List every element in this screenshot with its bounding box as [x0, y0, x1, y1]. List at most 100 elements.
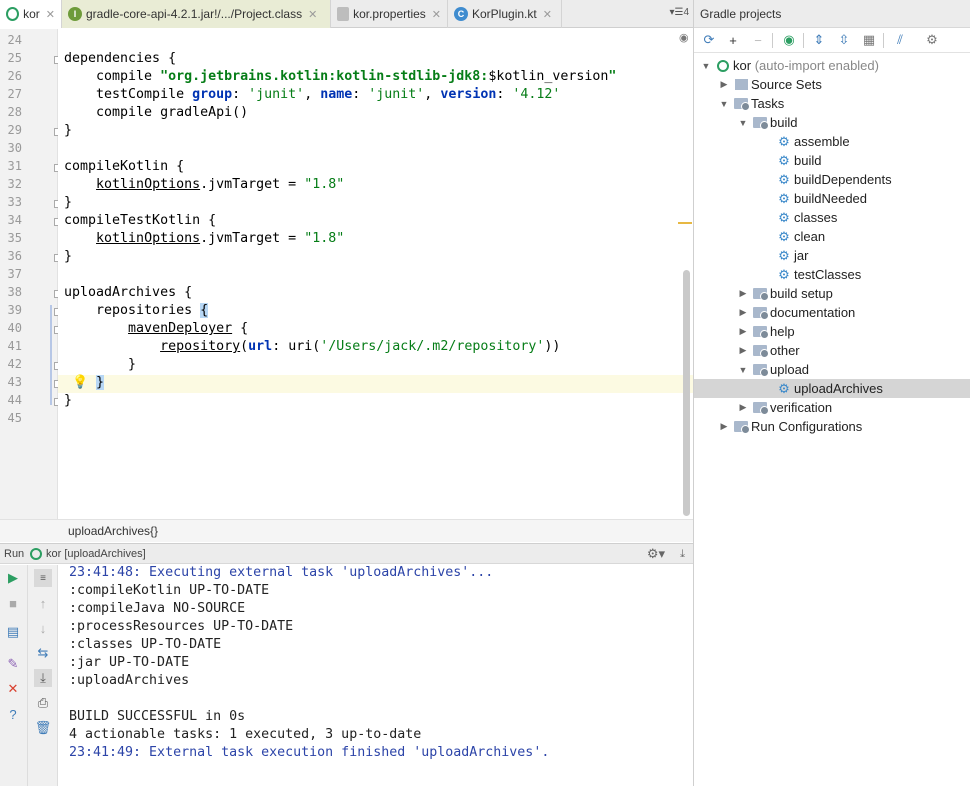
soft-wrap-icon[interactable]: ≡: [34, 569, 52, 587]
chevron-right-icon[interactable]: ▶: [737, 307, 749, 318]
pin-icon[interactable]: ✎: [4, 655, 22, 673]
folder-icon: [753, 401, 769, 415]
line-number: 24: [7, 33, 22, 47]
chevron-right-icon[interactable]: ▶: [737, 345, 749, 356]
arrow-down-icon[interactable]: ↓: [34, 619, 52, 637]
hide-panel-icon[interactable]: ⤓: [680, 544, 685, 564]
tree-task-upload-archives[interactable]: ⚙ uploadArchives: [777, 379, 883, 398]
console-line: :compileKotlin UP-TO-DATE: [69, 583, 270, 598]
code-line: }: [64, 195, 73, 210]
warning-stripe[interactable]: [678, 222, 692, 224]
tree-node-help[interactable]: ▶ help: [737, 322, 795, 341]
gear-icon[interactable]: ⚙▾: [647, 544, 665, 564]
chevron-down-icon[interactable]: ▼: [718, 99, 730, 109]
chevron-down-icon[interactable]: ▼: [700, 61, 712, 71]
eye-icon[interactable]: ◉: [679, 31, 689, 44]
tree-node-build[interactable]: ▼ build: [737, 113, 797, 132]
close-icon[interactable]: ✕: [46, 8, 55, 21]
line-number: 32: [7, 177, 22, 191]
collapse-all-icon[interactable]: ⇳: [835, 31, 853, 49]
tab-project-class[interactable]: I gradle-core-api-4.2.1.jar!/.../Project…: [62, 0, 331, 28]
change-marker: [50, 305, 52, 405]
tree-task-build-needed[interactable]: ⚙ buildNeeded: [777, 189, 867, 208]
tree-node-run-configurations[interactable]: ▶ Run Configurations: [718, 417, 862, 436]
run-config-tab[interactable]: kor [uploadArchives]: [30, 544, 146, 564]
tab-korplugin-kt[interactable]: C KorPlugin.kt ✕: [448, 0, 562, 28]
chevron-right-icon[interactable]: ▶: [737, 402, 749, 413]
tree-node-upload[interactable]: ▼ upload: [737, 360, 809, 379]
tab-kor-properties[interactable]: kor.properties ✕: [331, 0, 448, 28]
run-panel-header: Run kor [uploadArchives] ⚙▾ ⤓: [0, 543, 693, 564]
settings-icon[interactable]: ⚙: [923, 31, 941, 49]
code-line: repositories {: [64, 303, 209, 318]
code-line: compileTestKotlin {: [64, 213, 217, 228]
gear-icon: ⚙: [778, 133, 790, 149]
arrow-up-icon[interactable]: ↑: [34, 594, 52, 612]
execute-task-icon[interactable]: ◉: [780, 31, 798, 49]
line-number: 25: [7, 51, 22, 65]
close-icon[interactable]: ✕: [4, 680, 22, 698]
folder-icon: [753, 306, 769, 320]
expand-all-icon[interactable]: ⇕: [810, 31, 828, 49]
code-line: }: [64, 357, 137, 372]
chevron-right-icon[interactable]: ▶: [718, 79, 730, 90]
console-line: :classes UP-TO-DATE: [69, 637, 222, 652]
tree-task-classes[interactable]: ⚙ classes: [777, 208, 837, 227]
line-number: 44: [7, 393, 22, 407]
tree-node-tasks[interactable]: ▼ Tasks: [718, 94, 784, 113]
print-icon[interactable]: ⎙: [34, 694, 52, 712]
chevron-right-icon[interactable]: ▶: [737, 288, 749, 299]
tree-task-test-classes[interactable]: ⚙ testClasses: [777, 265, 861, 284]
kotlin-class-icon: C: [454, 7, 468, 21]
group-tasks-icon[interactable]: ▦: [860, 31, 878, 49]
tree-task-clean[interactable]: ⚙ clean: [777, 227, 825, 246]
tree-task-build[interactable]: ⚙ build: [777, 151, 821, 170]
toggle-offline-icon[interactable]: ⫽: [891, 31, 909, 49]
gradle-panel: Gradle projects ⟳ + − ◉ ⇕ ⇳ ▦ ⫽ ⚙ ▼ kor …: [693, 0, 970, 786]
code-line: }: [64, 393, 73, 408]
layout-icon[interactable]: ▤: [4, 623, 22, 641]
editor-tab-bar: kor ✕ I gradle-core-api-4.2.1.jar!/.../P…: [0, 0, 693, 28]
current-line-highlight: [58, 375, 693, 393]
gradle-toolbar: ⟳ + − ◉ ⇕ ⇳ ▦ ⫽ ⚙: [694, 28, 970, 53]
add-icon[interactable]: +: [724, 31, 742, 49]
scroll-to-end-icon[interactable]: ⤓: [34, 669, 52, 687]
refresh-icon[interactable]: ⟳: [700, 31, 718, 49]
close-icon[interactable]: ✕: [543, 8, 552, 21]
tree-task-build-dependents[interactable]: ⚙ buildDependents: [777, 170, 891, 189]
tree-task-jar[interactable]: ⚙ jar: [777, 246, 808, 265]
stop-icon[interactable]: ■: [4, 594, 22, 612]
chevron-down-icon[interactable]: ▼: [737, 118, 749, 128]
tree-node-verification[interactable]: ▶ verification: [737, 398, 832, 417]
tree-node-documentation[interactable]: ▶ documentation: [737, 303, 855, 322]
tree-node-build-setup[interactable]: ▶ build setup: [737, 284, 833, 303]
console-output[interactable]: 23:41:48: Executing external task 'uploa…: [58, 565, 693, 786]
chevron-down-icon[interactable]: ▼: [737, 365, 749, 375]
close-icon[interactable]: ✕: [308, 8, 317, 21]
tree-node-source-sets[interactable]: ▶ Source Sets: [718, 75, 822, 94]
tree-task-assemble[interactable]: ⚙ assemble: [777, 132, 849, 151]
breadcrumb[interactable]: uploadArchives{}: [0, 519, 693, 542]
tree-node-other[interactable]: ▶ other: [737, 341, 800, 360]
tab-overflow-button[interactable]: ▾☰4: [669, 7, 689, 18]
tab-kor[interactable]: kor ✕: [0, 0, 62, 28]
gear-icon: ⚙: [778, 190, 790, 206]
rerun-icon[interactable]: ▶: [4, 569, 22, 587]
lightbulb-icon[interactable]: 💡: [72, 374, 88, 390]
tree-node-kor[interactable]: ▼ kor (auto-import enabled): [700, 56, 879, 75]
line-number: 30: [7, 141, 22, 155]
chevron-right-icon[interactable]: ▶: [737, 326, 749, 337]
help-icon[interactable]: ?: [4, 705, 22, 723]
chevron-right-icon[interactable]: ▶: [718, 421, 730, 432]
folder-icon: [753, 344, 769, 358]
wrap-icon[interactable]: ⇆: [34, 644, 52, 662]
code-line: kotlinOptions.jvmTarget = "1.8": [96, 231, 345, 246]
remove-icon[interactable]: −: [749, 31, 767, 49]
line-number: 41: [7, 339, 22, 353]
code-editor[interactable]: dependencies { compile "org.jetbrains.ko…: [58, 29, 693, 519]
close-icon[interactable]: ✕: [432, 8, 441, 21]
trash-icon[interactable]: 🗑: [34, 719, 52, 737]
editor-scrollbar[interactable]: [683, 270, 690, 516]
code-line: }: [64, 123, 73, 138]
run-config-label: kor [uploadArchives]: [46, 548, 146, 560]
